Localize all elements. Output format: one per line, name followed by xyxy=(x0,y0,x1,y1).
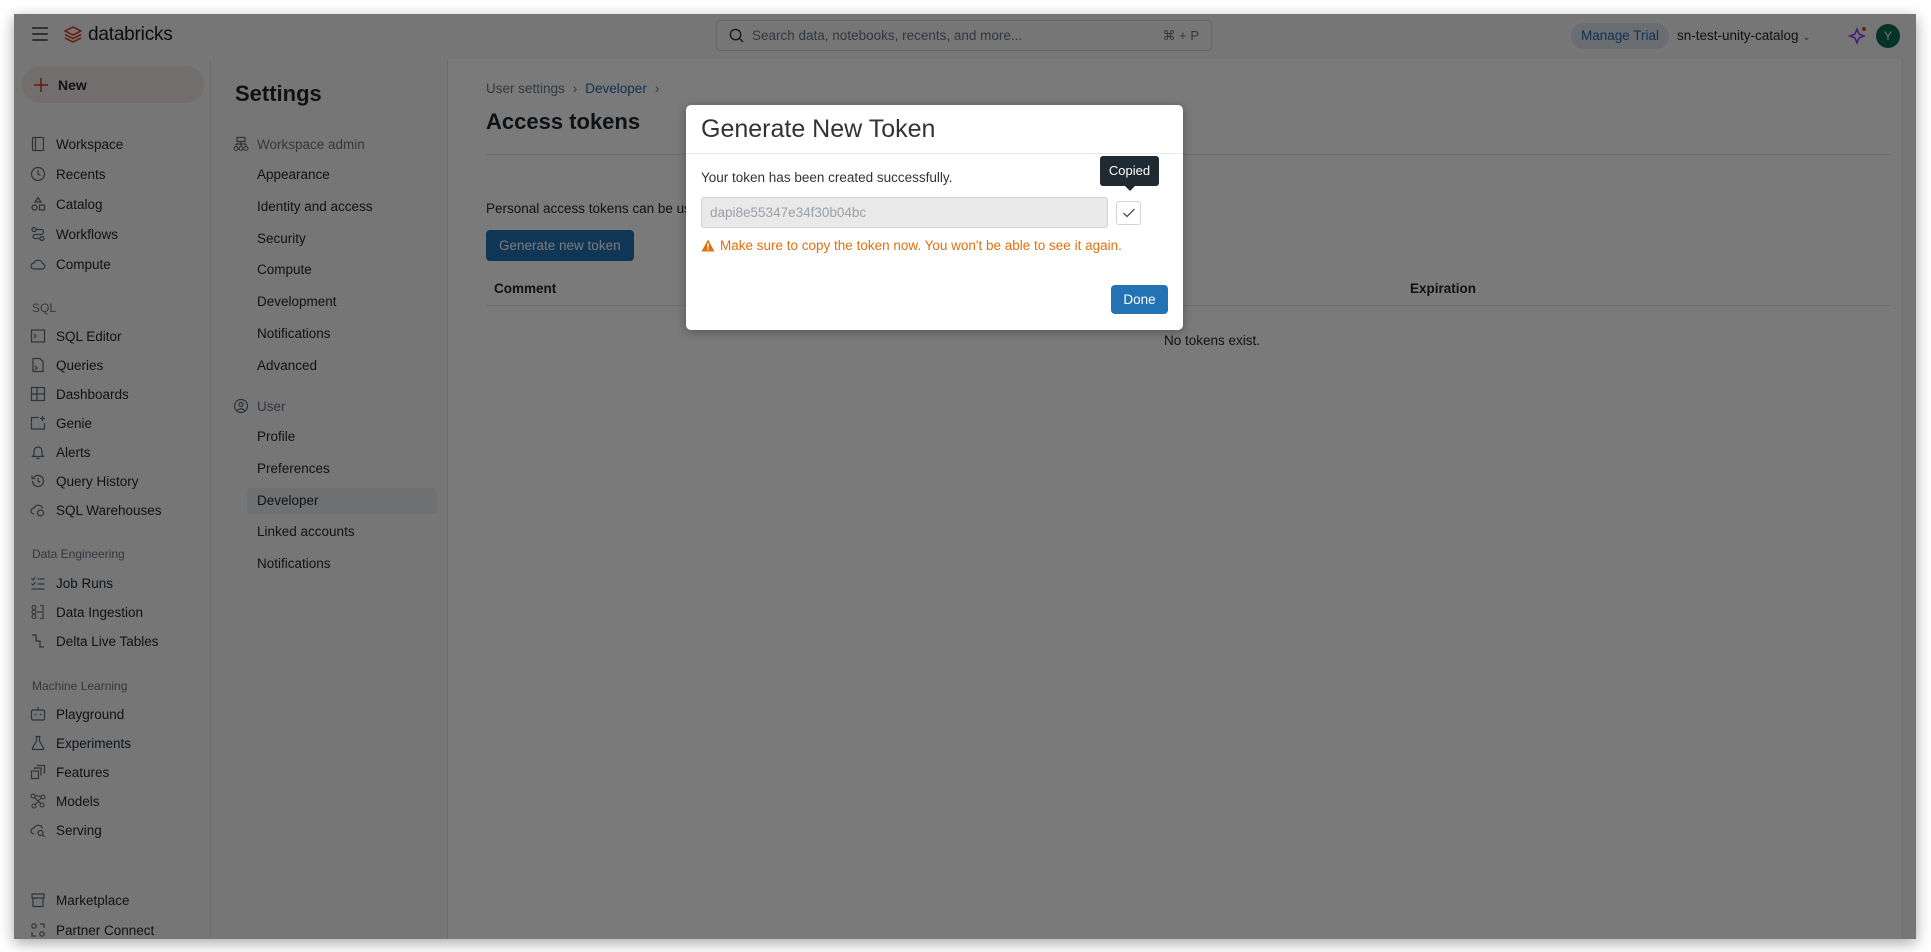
warning-icon xyxy=(701,239,715,252)
modal-title: Generate New Token xyxy=(701,115,936,143)
copied-tooltip: Copied xyxy=(1100,156,1159,191)
copy-warning: Make sure to copy the token now. You won… xyxy=(701,238,1122,253)
check-icon xyxy=(1122,208,1135,218)
app-window: databricks Search data, notebooks, recen… xyxy=(14,14,1916,939)
generate-token-modal: Generate New Token Your token has been c… xyxy=(686,105,1183,330)
copy-token-button[interactable] xyxy=(1116,201,1141,225)
done-button[interactable]: Done xyxy=(1111,285,1168,314)
success-message: Your token has been created successfully… xyxy=(701,170,953,185)
modal-divider xyxy=(686,153,1183,154)
warning-text: Make sure to copy the token now. You won… xyxy=(720,238,1122,253)
token-field[interactable]: dapi8e55347e34f30b04bc xyxy=(701,197,1108,228)
